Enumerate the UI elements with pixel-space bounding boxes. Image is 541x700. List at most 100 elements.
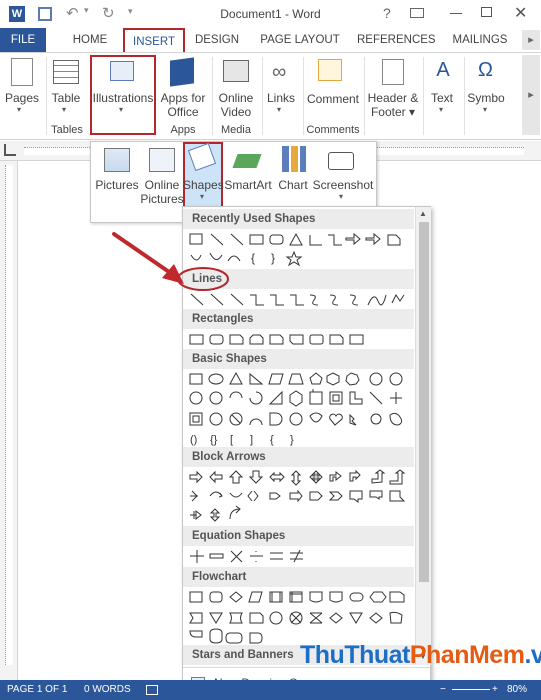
category-recently-used: Recently Used Shapes	[183, 209, 414, 229]
chart-button[interactable]: Chart	[273, 178, 313, 192]
close-icon[interactable]: ✕	[514, 3, 527, 23]
svg-text:{: {	[270, 434, 274, 446]
illustrations-dropdown-icon: ▾	[119, 105, 124, 114]
links-dropdown-icon: ▾	[277, 105, 282, 114]
text-dropdown-icon: ▾	[439, 105, 444, 114]
online-video-button[interactable]: Online Video	[212, 91, 260, 119]
omega-icon: Ω	[478, 59, 493, 81]
text-icon: A	[436, 59, 450, 81]
links-button[interactable]: Links	[262, 91, 300, 105]
pictures-icon	[104, 148, 130, 172]
text-button[interactable]: Text	[423, 91, 461, 105]
tab-references[interactable]: REFERENCES	[357, 28, 436, 52]
tab-selector-icon[interactable]	[4, 144, 16, 156]
comment-button[interactable]: Comment	[303, 92, 363, 106]
screenshot-button[interactable]: Screenshot	[311, 178, 375, 192]
flowchart-rows[interactable]	[188, 589, 414, 645]
footer-label: Footer	[370, 105, 406, 119]
tab-insert[interactable]: INSERT	[123, 28, 185, 52]
maximize-icon[interactable]	[481, 7, 492, 17]
zoom-in-icon[interactable]: +	[492, 680, 498, 700]
chart-icon	[282, 146, 306, 172]
tab-page-layout[interactable]: PAGE LAYOUT	[256, 28, 344, 52]
tables-group-label: Tables	[51, 124, 83, 136]
page-count[interactable]: PAGE 1 OF 1	[7, 680, 67, 700]
table-icon	[53, 60, 79, 84]
screenshot-icon	[328, 152, 354, 170]
ribbon-scroll-icon[interactable]: ▸	[522, 55, 540, 135]
watermark-logo: ThuThuatPhanMem.vn	[300, 641, 541, 670]
lines-shapes-row[interactable]	[188, 291, 414, 309]
ribbon-display-icon[interactable]	[410, 8, 424, 18]
video-label: Video	[220, 105, 252, 119]
category-flowchart: Flowchart	[183, 567, 414, 587]
scroll-up-icon[interactable]: ▲	[419, 209, 427, 218]
equation-shapes-row[interactable]	[188, 548, 414, 566]
smartart-icon	[232, 154, 262, 168]
title-bar: W ↶ ▾ ↻ ▾ Document1 - Word ? ✕	[0, 0, 541, 28]
zoom-out-icon[interactable]: −	[440, 680, 446, 700]
ruler-scale	[5, 165, 13, 665]
zoom-level[interactable]: 80%	[507, 680, 527, 700]
vertical-ruler[interactable]	[0, 161, 18, 681]
tab-home[interactable]: HOME	[66, 28, 114, 52]
svg-text:}: }	[290, 434, 294, 446]
smartart-button[interactable]: SmartArt	[223, 178, 273, 192]
help-icon[interactable]: ?	[383, 5, 391, 21]
online-pictures-label-2: Pictures	[140, 192, 184, 206]
apps-for-office-button[interactable]: Apps for Office	[158, 91, 208, 119]
office-label: Office	[167, 105, 199, 119]
table-dropdown-icon: ▾	[62, 105, 67, 114]
svg-text:(): ()	[190, 434, 197, 446]
pages-button[interactable]: Pages	[0, 91, 44, 105]
watermark-part-3: .vn	[524, 641, 541, 669]
online-pictures-label-1: Online	[144, 178, 180, 192]
tab-file[interactable]: FILE	[0, 28, 46, 52]
shapes-label: Shapes	[183, 178, 224, 192]
table-button[interactable]: Table	[46, 91, 86, 105]
minimize-icon[interactable]	[450, 13, 462, 14]
proofing-icon[interactable]	[146, 685, 158, 695]
recent-shapes-row[interactable]: {}	[188, 231, 414, 269]
online-label: Online	[218, 91, 254, 105]
watermark-part-2: PhanMem	[409, 641, 525, 669]
apps-group-label: Apps	[170, 124, 196, 136]
word-count[interactable]: 0 WORDS	[84, 680, 131, 700]
screenshot-dropdown-icon: ▾	[339, 192, 344, 201]
header-footer-icon	[382, 59, 404, 85]
status-bar: PAGE 1 OF 1 0 WORDS − + 80%	[0, 680, 541, 700]
block-arrows-rows[interactable]	[188, 469, 414, 525]
link-icon: ∞	[272, 61, 287, 83]
illustrations-label: Illustrations	[92, 91, 154, 105]
online-video-icon	[223, 60, 249, 82]
header-footer-button[interactable]: Header & Footer ▾	[364, 91, 422, 119]
online-pictures-button[interactable]: Online Pictures	[139, 178, 185, 206]
rectangles-row[interactable]	[188, 331, 414, 349]
media-group-label: Media	[221, 124, 251, 136]
symbols-button[interactable]: Symbo	[464, 91, 508, 105]
annotation-arrow	[112, 232, 184, 284]
watermark-part-1: ThuThuat	[300, 641, 410, 669]
svg-text:{: {	[251, 251, 255, 265]
comments-group-label: Comments	[306, 124, 360, 136]
svg-text:]: ]	[250, 434, 253, 446]
gallery-scrollbar[interactable]: ▲ ▼	[415, 207, 431, 665]
category-rectangles: Rectangles	[183, 309, 414, 329]
tab-mailings[interactable]: MAILINGS	[447, 28, 513, 52]
pictures-button[interactable]: Pictures	[91, 178, 143, 192]
ribbon-tabs: FILE HOME INSERT DESIGN PAGE LAYOUT REFE…	[0, 28, 541, 52]
scroll-thumb[interactable]	[419, 222, 429, 582]
header-label: Header &	[367, 91, 419, 105]
tabs-scroll-icon[interactable]: ▸	[522, 30, 540, 50]
online-pictures-icon	[149, 148, 175, 172]
shapes-dropdown-icon: ▾	[200, 192, 205, 201]
basic-shapes-rows[interactable]: () {} [ ] {}	[188, 371, 414, 447]
comment-icon	[318, 59, 342, 81]
pages-dropdown-icon: ▾	[17, 105, 22, 114]
ribbon: Pages ▾ Table ▾ Tables Illustrations ▾ A…	[0, 52, 541, 140]
tab-design[interactable]: DESIGN	[191, 28, 243, 52]
category-block-arrows: Block Arrows	[183, 447, 414, 467]
category-equation-shapes: Equation Shapes	[183, 526, 414, 546]
zoom-slider[interactable]	[452, 689, 490, 690]
office-store-icon	[170, 57, 194, 87]
